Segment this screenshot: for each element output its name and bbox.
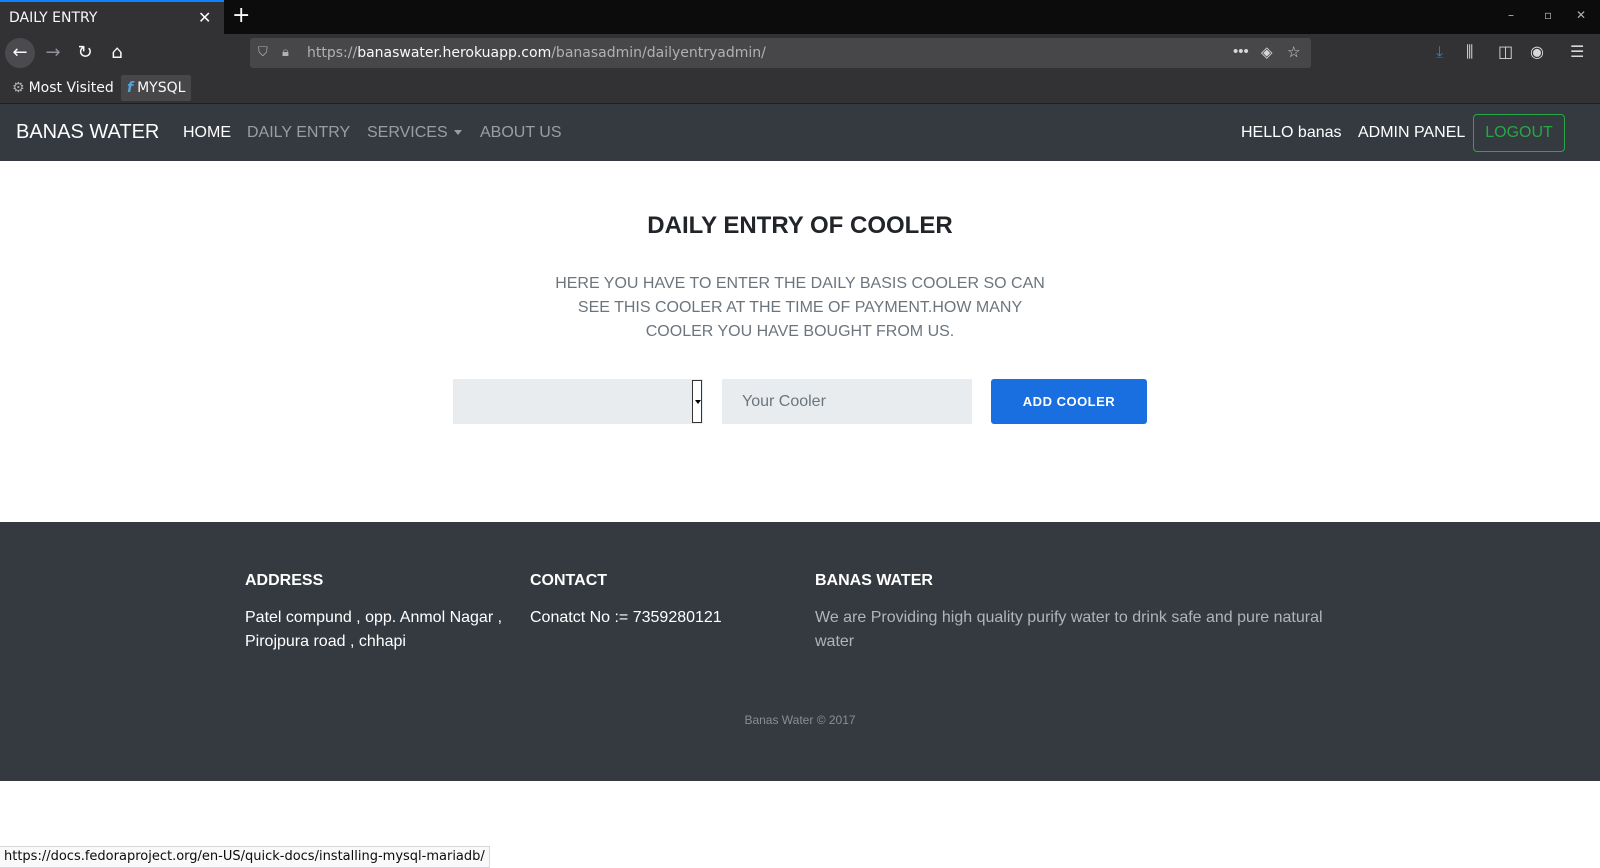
download-icon[interactable]: ⤓ xyxy=(1436,42,1443,62)
nav-services[interactable]: SERVICES xyxy=(367,124,462,142)
page-title: DAILY ENTRY OF COOLER xyxy=(647,212,953,239)
close-window-icon[interactable]: ✕ xyxy=(1576,8,1586,22)
tab-title: DAILY ENTRY xyxy=(9,10,98,26)
status-bar: https://docs.fedoraproject.org/en-US/qui… xyxy=(0,846,490,868)
browser-tab-bar: DAILY ENTRY ✕ + – ▫ ✕ xyxy=(0,0,1600,34)
customer-select[interactable] xyxy=(453,379,703,424)
footer-about: BANAS WATER We are Providing high qualit… xyxy=(815,572,1335,654)
library-icon[interactable]: ⫼ xyxy=(1466,42,1473,62)
logout-button[interactable]: LOGOUT xyxy=(1473,114,1565,152)
url-text[interactable]: https://banaswater.herokuapp.com/banasad… xyxy=(307,45,766,61)
nav-daily-entry[interactable]: DAILY ENTRY xyxy=(247,124,350,142)
bookmark-mysql[interactable]: f MYSQL xyxy=(121,75,192,101)
fedora-icon: f xyxy=(127,80,134,96)
gear-icon: ⚙ xyxy=(12,80,25,96)
page-description: HERE YOU HAVE TO ENTER THE DAILY BASIS C… xyxy=(555,275,1045,340)
new-tab-button[interactable]: + xyxy=(232,3,250,28)
add-cooler-button[interactable]: ADD COOLER xyxy=(991,379,1147,424)
back-arrow-icon[interactable]: ← xyxy=(5,38,35,68)
nav-home[interactable]: HOME xyxy=(183,124,231,142)
account-icon[interactable]: ◉ xyxy=(1530,42,1544,61)
footer-contact-heading: CONTACT xyxy=(530,572,608,589)
footer-contact-text: Conatct No := 7359280121 xyxy=(530,609,722,626)
footer-address-heading: ADDRESS xyxy=(245,572,324,589)
user-greeting: HELLO banas xyxy=(1241,124,1342,141)
bookmark-most-visited[interactable]: ⚙ Most Visited xyxy=(6,75,120,101)
nav-about-us[interactable]: ABOUT US xyxy=(480,124,562,142)
copyright: Banas Water © 2017 xyxy=(744,713,856,727)
home-icon[interactable]: ⌂ xyxy=(102,38,132,68)
browser-toolbar: ← → ↻ ⌂ ⛉ 🔒︎ https://banaswater.herokuap… xyxy=(0,34,1600,72)
url-bar[interactable]: ⛉ 🔒︎ https://banaswater.herokuapp.com/ba… xyxy=(250,38,1311,68)
sidebar-icon[interactable]: ◫ xyxy=(1498,42,1513,61)
footer-contact: CONTACT Conatct No := 7359280121 xyxy=(530,572,790,630)
minimize-icon[interactable]: – xyxy=(1508,8,1514,22)
maximize-icon[interactable]: ▫ xyxy=(1544,8,1552,22)
brand-logo[interactable]: BANAS WATER xyxy=(16,121,159,144)
reload-icon[interactable]: ↻ xyxy=(70,38,100,68)
lock-icon[interactable]: 🔒︎ xyxy=(282,44,289,60)
tab-close-icon[interactable]: ✕ xyxy=(198,8,211,28)
bookmark-star-icon[interactable]: ☆ xyxy=(1287,43,1300,61)
footer-about-text: We are Providing high quality purify wat… xyxy=(815,609,1323,650)
footer-address: ADDRESS Patel compund , opp. Anmol Nagar… xyxy=(245,572,505,654)
menu-icon[interactable]: ☰ xyxy=(1570,42,1584,61)
pocket-icon[interactable]: ◈ xyxy=(1261,43,1273,61)
page-actions-icon[interactable]: ••• xyxy=(1233,43,1249,60)
site-navbar: BANAS WATER HOME DAILY ENTRY SERVICES AB… xyxy=(0,104,1600,161)
shield-icon[interactable]: ⛉ xyxy=(258,44,268,60)
dropdown-arrow-icon[interactable] xyxy=(692,380,702,423)
footer-address-text: Patel compund , opp. Anmol Nagar , Piroj… xyxy=(245,609,503,650)
chevron-down-icon xyxy=(453,130,462,136)
footer: ADDRESS Patel compund , opp. Anmol Nagar… xyxy=(0,522,1600,781)
admin-panel-link[interactable]: ADMIN PANEL xyxy=(1358,124,1465,142)
browser-tab[interactable]: DAILY ENTRY ✕ xyxy=(0,0,224,34)
footer-about-heading: BANAS WATER xyxy=(815,572,933,589)
forward-arrow-icon[interactable]: → xyxy=(38,38,68,68)
cooler-input[interactable] xyxy=(722,379,972,424)
bookmarks-bar: ⚙ Most Visited f MYSQL xyxy=(0,72,1600,104)
